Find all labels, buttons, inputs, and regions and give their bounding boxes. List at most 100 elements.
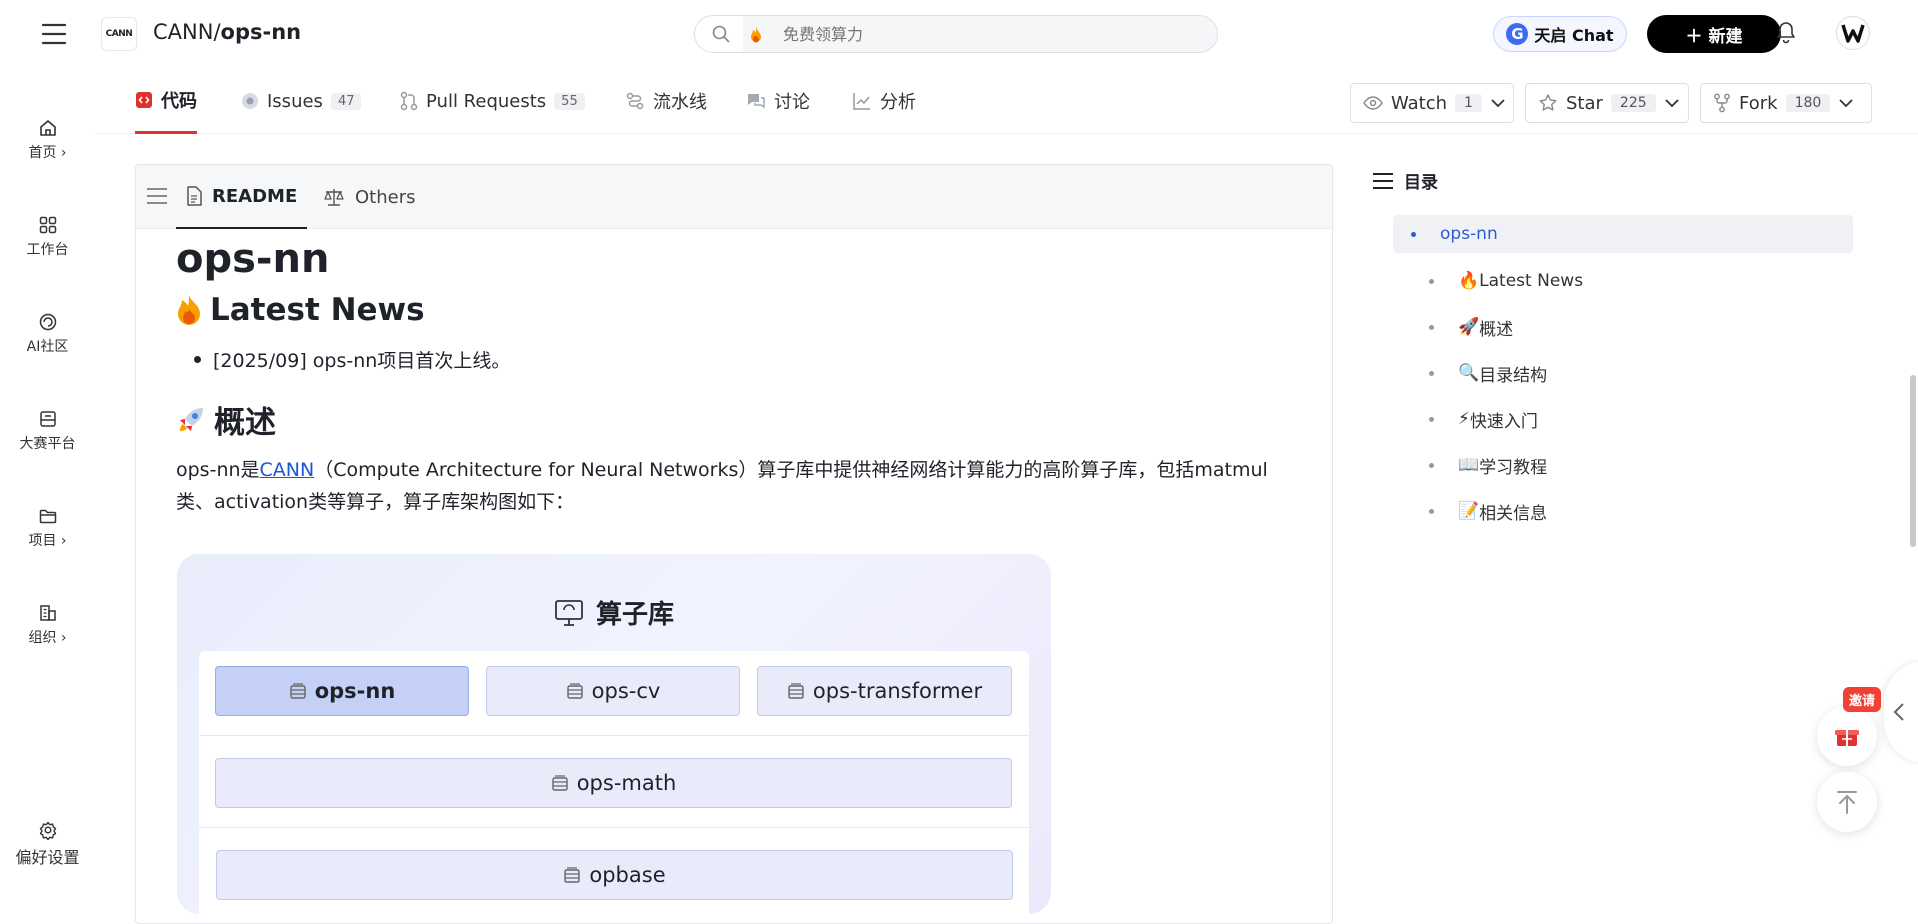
repo-name-link[interactable]: ops-nn: [221, 20, 302, 44]
toc-title: 目录: [1372, 168, 1438, 193]
tab-label: Issues: [267, 90, 323, 112]
cube-icon: [566, 682, 584, 700]
arch-box-label: ops-nn: [314, 679, 396, 703]
watch-button[interactable]: Watch 1: [1350, 83, 1514, 123]
toc-item-label: 学习教程: [1479, 457, 1548, 478]
arch-box-ops-cv: ops-cv: [486, 666, 740, 716]
sidebar-item-organizations[interactable]: 组织 ›: [0, 603, 95, 647]
bullet-icon: [1429, 508, 1434, 514]
invite-badge[interactable]: 邀请: [1843, 687, 1882, 712]
competition-icon: [38, 409, 58, 429]
tab-pull-requests[interactable]: Pull Requests 55: [400, 68, 585, 134]
tab-analytics[interactable]: 分析: [852, 68, 916, 134]
user-avatar[interactable]: [1836, 16, 1870, 50]
toc-item-quickstart[interactable]: ⚡ 快速入门: [1393, 400, 1853, 438]
plus-icon: ＋: [1685, 26, 1703, 47]
news-item: [2025/09] ops-nn项目首次上线。: [176, 346, 1306, 373]
sidebar-item-competition[interactable]: 大赛平台: [0, 409, 95, 453]
tab-label: Others: [355, 186, 416, 208]
search-box[interactable]: [694, 15, 1218, 53]
logo-text: CANN: [105, 29, 133, 39]
code-icon: [135, 91, 153, 109]
fork-label: Fork: [1739, 92, 1778, 114]
sidebar-item-preferences[interactable]: 偏好设置: [0, 820, 95, 868]
book-icon: 📖: [1458, 455, 1480, 475]
overview-text-line2: 类、activation类等算子，算子库架构图如下：: [176, 491, 575, 513]
star-icon: [1538, 93, 1558, 113]
scale-icon: [323, 187, 345, 207]
gift-button[interactable]: [1817, 706, 1877, 766]
overview-heading-text: 概述: [214, 405, 276, 441]
home-icon: [38, 118, 58, 138]
repo-path: CANN/ops-nn: [153, 20, 301, 44]
fork-button[interactable]: Fork 180: [1700, 83, 1872, 123]
chevron-down-icon[interactable]: [1664, 98, 1680, 108]
arch-title-text: 算子库: [595, 600, 674, 630]
star-button[interactable]: Star 225: [1525, 83, 1689, 123]
page-scrollbar[interactable]: [1910, 375, 1916, 547]
tab-issues[interactable]: Issues 47: [241, 68, 362, 134]
toc-item-ops-nn[interactable]: ops-nn: [1393, 215, 1853, 253]
ai-community-icon: [38, 312, 58, 332]
org-logo[interactable]: CANN: [101, 17, 137, 51]
tab-readme[interactable]: README: [176, 165, 308, 229]
tianqi-chat-label: 天启 Chat: [1534, 26, 1614, 45]
sidebar-item-ai-community[interactable]: AI社区: [0, 312, 95, 356]
tab-pipeline[interactable]: 流水线: [625, 68, 707, 134]
collapse-panel-button[interactable]: [1884, 662, 1918, 762]
chevron-down-icon[interactable]: [1490, 98, 1506, 108]
document-icon: [186, 186, 202, 206]
toc-item-directory[interactable]: 🔍 目录结构: [1393, 354, 1853, 392]
readme-title: ops-nn: [176, 236, 330, 282]
cube-icon: [787, 682, 805, 700]
chevron-down-icon[interactable]: [1838, 98, 1854, 108]
list-icon[interactable]: [146, 187, 168, 205]
toc-item-related-info[interactable]: 📝 相关信息: [1393, 492, 1853, 530]
pipeline-icon: [625, 91, 645, 111]
chevron-left-icon: [1892, 702, 1906, 722]
bell-icon[interactable]: [1775, 20, 1797, 44]
arch-box-ops-math: ops-math: [215, 758, 1012, 808]
gift-icon: [1834, 724, 1860, 748]
sidebar-item-label: 项目 ›: [28, 533, 67, 549]
tab-label: 分析: [880, 92, 916, 113]
bullet-icon: [1429, 462, 1434, 468]
toc-item-tutorials[interactable]: 📖 学习教程: [1393, 446, 1853, 484]
tab-label: 流水线: [653, 92, 707, 113]
menu-icon[interactable]: [40, 20, 68, 48]
flame-icon: [176, 294, 202, 326]
gear-icon: [38, 820, 58, 840]
bullet-icon: [1429, 416, 1434, 422]
arrow-up-icon: [1835, 789, 1859, 815]
toc-item-latest-news[interactable]: 🔥 Latest News: [1393, 262, 1853, 300]
tab-discussions[interactable]: 讨论: [746, 68, 810, 134]
fork-count: 180: [1785, 94, 1831, 112]
folder-icon: [38, 506, 58, 526]
overview-text: （Compute Architecture for Neural Network…: [314, 459, 1268, 481]
sidebar-item-home[interactable]: 首页 ›: [0, 118, 95, 162]
new-button[interactable]: ＋ 新建: [1647, 15, 1781, 53]
arch-box-ops-nn: ops-nn: [215, 666, 469, 716]
toc-item-overview[interactable]: 🚀 概述: [1393, 308, 1853, 346]
cann-link[interactable]: CANN: [260, 459, 315, 481]
toc-item-label: 目录结构: [1479, 365, 1548, 386]
search-input[interactable]: [743, 16, 1217, 52]
issues-count-badge: 47: [330, 92, 362, 110]
arch-box-ops-transformer: ops-transformer: [757, 666, 1012, 716]
readme-content: ops-nn Latest News [2025/09] ops-nn项目首次上…: [176, 229, 1306, 518]
tianqi-chat-button[interactable]: G 天启 Chat: [1493, 16, 1627, 52]
new-button-label: 新建: [1708, 26, 1743, 47]
repo-owner-link[interactable]: CANN/: [153, 20, 221, 44]
cube-icon: [551, 774, 569, 792]
memo-icon: 📝: [1458, 501, 1480, 521]
fork-icon: [1713, 93, 1731, 113]
sidebar-item-workbench[interactable]: 工作台: [0, 215, 95, 259]
tab-code[interactable]: 代码: [135, 68, 197, 134]
bullet-icon: [1429, 278, 1434, 284]
sidebar-item-projects[interactable]: 项目 ›: [0, 506, 95, 550]
toc-title-text: 目录: [1404, 173, 1438, 193]
overview-paragraph: ops-nn是CANN（Compute Architecture for Neu…: [176, 454, 1306, 518]
tab-others[interactable]: Others: [323, 165, 416, 229]
sidebar-item-label: 首页 ›: [28, 145, 67, 161]
back-to-top-button[interactable]: [1817, 772, 1877, 832]
